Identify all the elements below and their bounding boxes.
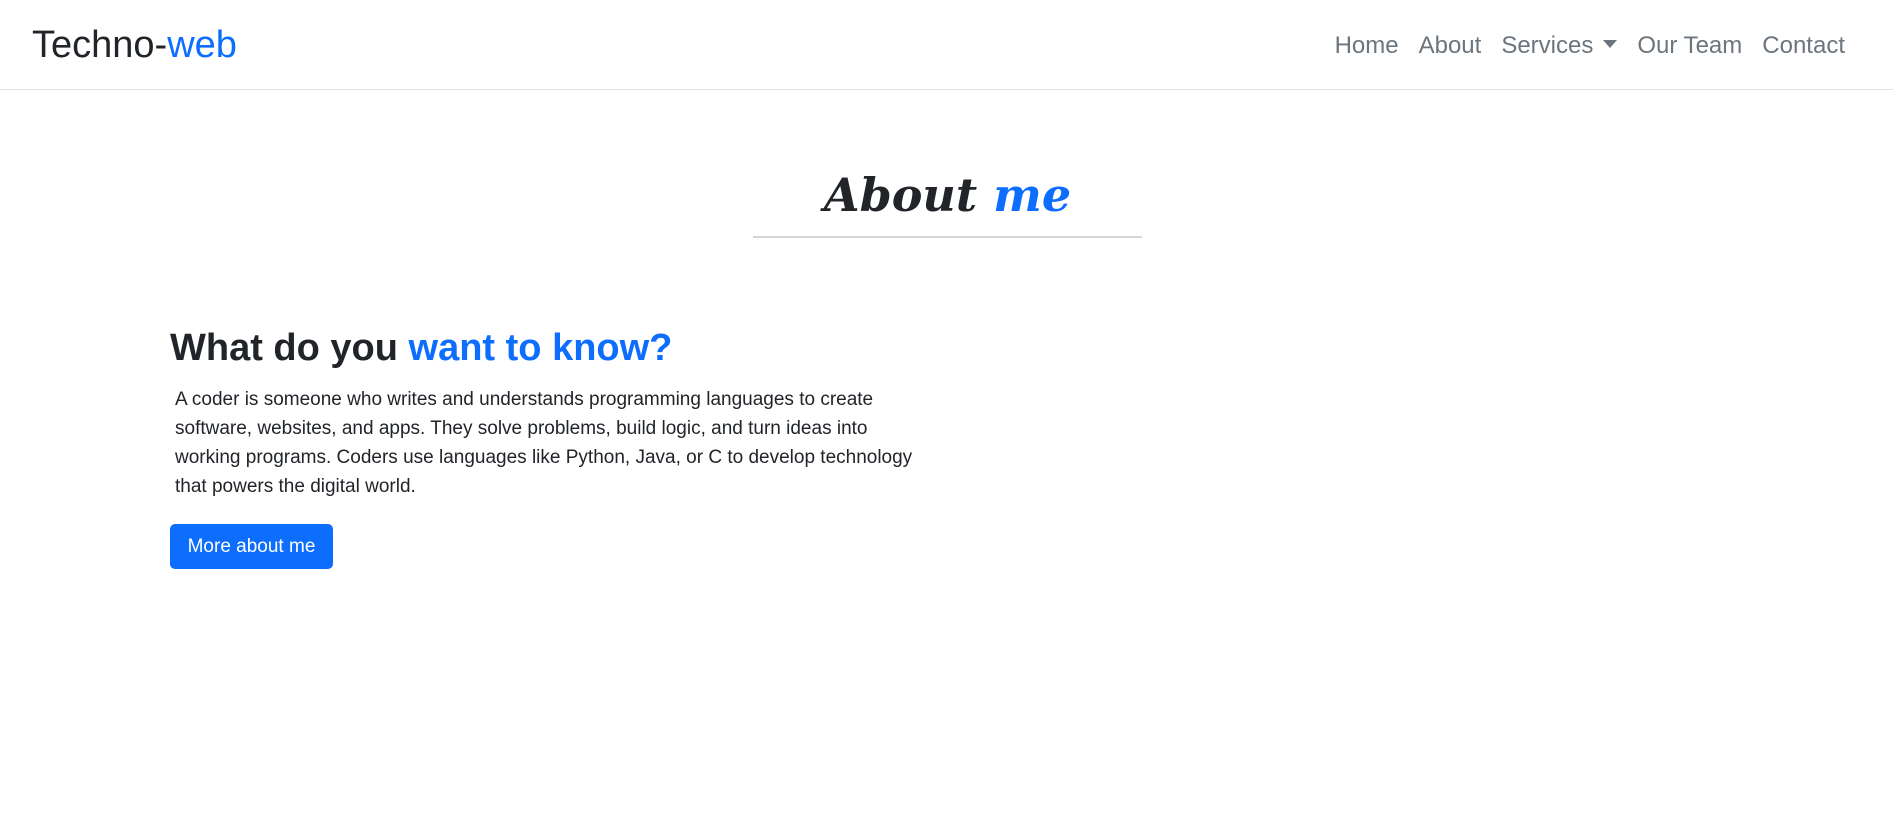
caret-down-icon xyxy=(1603,40,1618,48)
about-heading-accent: want to know? xyxy=(408,327,673,369)
more-about-me-button[interactable]: More about me xyxy=(170,524,333,569)
about-heading-primary: What do you xyxy=(170,327,409,369)
nav-dropdown-services[interactable]: Services xyxy=(1491,28,1627,64)
nav-dropdown-services-label: Services xyxy=(1501,32,1594,59)
section-title-primary: About xyxy=(823,168,994,222)
nav-link-about[interactable]: About xyxy=(1409,28,1492,64)
brand-text-primary: Techno- xyxy=(32,24,168,66)
navbar: Techno-web Home About Services Our Team … xyxy=(0,0,1893,90)
nav-menu: Home About Services Our Team Contact xyxy=(1325,28,1855,64)
nav-link-our-team[interactable]: Our Team xyxy=(1627,28,1752,64)
brand-text-accent: web xyxy=(167,24,237,66)
brand-logo[interactable]: Techno-web xyxy=(32,22,237,68)
section-title: About me xyxy=(753,165,1142,225)
title-divider xyxy=(753,236,1142,238)
about-heading: What do you want to know? xyxy=(170,322,672,374)
section-title-accent: me xyxy=(993,168,1072,222)
about-paragraph: A coder is someone who writes and unders… xyxy=(175,389,913,497)
nav-link-contact[interactable]: Contact xyxy=(1752,28,1855,64)
nav-link-home[interactable]: Home xyxy=(1325,28,1409,64)
